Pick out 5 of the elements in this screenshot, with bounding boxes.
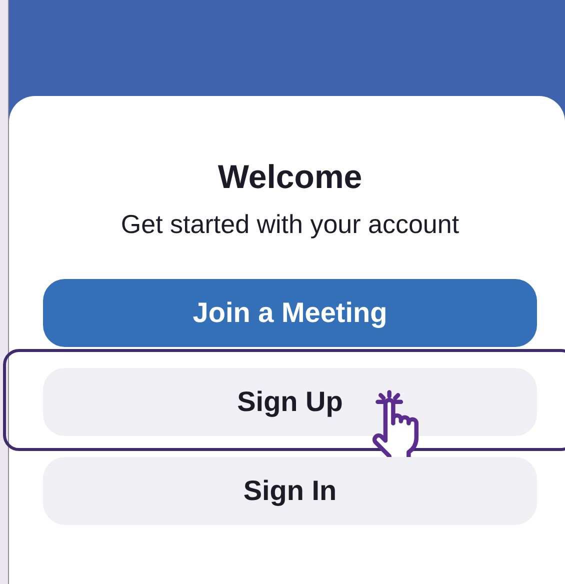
welcome-title: Welcome	[216, 160, 364, 193]
sign-button[interactable]: Sign In	[43, 457, 537, 525]
join-meeting-button[interactable]: Join a Meeting	[43, 279, 537, 347]
subtitle: Get started with your account	[120, 211, 460, 237]
sign-button[interactable]: Sign Up	[43, 368, 537, 436]
